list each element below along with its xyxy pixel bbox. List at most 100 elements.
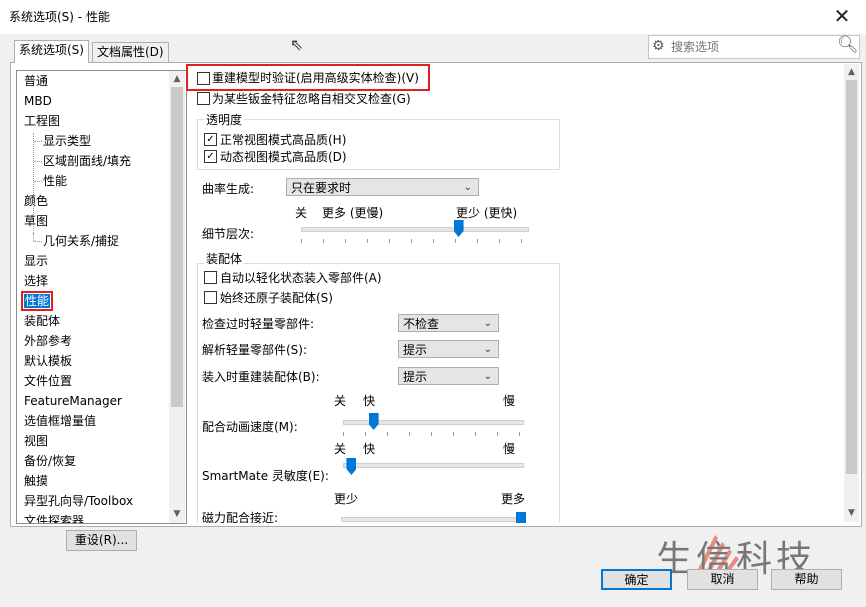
magnetic-label: 磁力配合接近: [202,511,279,523]
mate-anim-fast: 快 [363,394,376,408]
chevron-down-icon[interactable]: ▼ [171,507,183,521]
tree-item-sketch[interactable]: 草图 [24,211,48,231]
smartmate-off: 关 [334,442,347,456]
resolve-lightweight-select[interactable]: 提示 ⌄ [398,340,499,358]
tree-item-performance-label[interactable]: 性能 [20,291,54,311]
tree-item-view[interactable]: 视图 [24,431,48,451]
resolve-lightweight-label: 解析轻量零部件(S): [202,343,308,357]
detail-label: 细节层次: [202,227,255,241]
chevron-down-icon: ⌄ [483,318,492,329]
search-icon[interactable]: 🔍︎ [837,35,859,55]
curvature-value: 只在要求时 [291,181,352,195]
magnetic-slider-thumb[interactable] [516,512,526,523]
tree-item-selection[interactable]: 选择 [24,271,48,291]
options-panel: 重建模型时验证(启用高级实体检查)(V) 为某些钣金特征忽略自相交叉检查(G) … [188,63,843,523]
ok-button[interactable]: 确定 [601,569,672,590]
magnetic-more: 更多 [501,492,526,506]
mouse-cursor-icon: ⇖ [290,35,304,54]
smartmate-slow: 慢 [503,442,516,456]
detail-less-label: 更少 (更快) [456,206,518,220]
tree-item-hole-wizard[interactable]: 异型孔向导/Toolbox [24,491,133,511]
tree-item-performance-selected[interactable]: 性能 [20,291,54,311]
rebuild-on-load-value: 提示 [403,370,428,384]
tab-system-options[interactable]: 系统选项(S) [14,40,89,63]
auto-lightweight-label: 自动以轻化状态装入零部件(A) [220,271,382,285]
tree-item-touch[interactable]: 触摸 [24,471,48,491]
options-scroll-thumb[interactable] [846,80,857,474]
tree-item-mbd[interactable]: MBD [24,91,52,111]
resolve-lightweight-value: 提示 [403,343,428,357]
tree-scroll-thumb[interactable] [171,87,183,407]
curvature-select[interactable]: 只在要求时 ⌄ [286,178,479,196]
always-resolve-checkbox[interactable] [204,291,217,304]
tree-item-backup[interactable]: 备份/恢复 [24,451,76,471]
tree-scrollbar[interactable]: ▲ ▼ [169,71,185,523]
options-scrollbar[interactable]: ▲ ▼ [844,64,859,522]
dynamic-hq-label: 动态视图模式高品质(D) [220,150,347,164]
close-icon[interactable]: ✕ [826,2,858,30]
tree-item-file-locations[interactable]: 文件位置 [24,371,72,391]
mate-anim-label: 配合动画速度(M): [202,420,298,434]
mate-anim-off: 关 [334,394,347,408]
gear-icon[interactable]: ⚙ [652,38,665,54]
detail-slider-thumb[interactable] [453,220,464,237]
auto-lightweight-checkbox[interactable] [204,271,217,284]
tree-item-drawing-performance[interactable]: 性能 [43,171,67,191]
detail-slider-ticks [301,239,527,243]
dynamic-hq-checkbox[interactable]: ✓ [204,150,217,163]
help-button[interactable]: 帮助 [771,569,842,590]
rebuild-on-load-select[interactable]: 提示 ⌄ [398,367,499,385]
transparency-title: 透明度 [204,111,245,128]
tree-connector [34,241,42,242]
tree-item-general[interactable]: 普通 [24,71,48,91]
smartmate-label: SmartMate 灵敏度(E): [202,469,329,483]
always-resolve-label: 始终还原子装配体(S) [220,291,333,305]
search-input[interactable] [669,37,833,57]
tree-item-display[interactable]: 显示 [24,251,48,271]
tree-item-colors[interactable]: 颜色 [24,191,48,211]
tree-connector [34,141,42,142]
chevron-up-icon[interactable]: ▲ [846,65,857,79]
check-outdated-label: 检查过时轻量零部件: [202,317,315,331]
cancel-button[interactable]: 取消 [687,569,758,590]
tree-item-hatch[interactable]: 区域剖面线/填充 [43,151,131,171]
tab-document-properties[interactable]: 文档属性(D) [92,42,169,62]
tree-connector [34,161,42,162]
normal-hq-checkbox[interactable]: ✓ [204,133,217,146]
ignore-sheetmetal-label: 为某些钣金特征忽略自相交叉检查(G) [212,92,411,106]
normal-hq-label: 正常视图模式高品质(H) [220,133,347,147]
tree-item-external-references[interactable]: 外部参考 [24,331,72,351]
chevron-down-icon: ⌄ [483,344,492,355]
detail-more-label: 更多 (更慢) [322,206,384,220]
tree-item-file-explorer[interactable]: 文件探索器 [24,511,84,523]
highlight-box [186,64,430,91]
detail-slider-track[interactable] [301,227,529,232]
mate-anim-slider-ticks [343,432,522,436]
tree-item-featuremanager[interactable]: FeatureManager [24,391,122,411]
tree-connector [33,233,34,241]
check-outdated-select[interactable]: 不检查 ⌄ [398,314,499,332]
title-bar [0,0,866,34]
curvature-label: 曲率生成: [202,182,255,196]
tree-connector [34,181,42,182]
tree-item-default-templates[interactable]: 默认模板 [24,351,72,371]
chevron-down-icon[interactable]: ▼ [846,506,857,520]
tree-item-assemblies[interactable]: 装配体 [24,311,60,331]
magnetic-less: 更少 [334,492,359,506]
smartmate-fast: 快 [363,442,376,456]
ignore-sheetmetal-checkbox[interactable] [197,92,210,105]
smartmate-slider-track[interactable] [343,463,524,468]
chevron-down-icon: ⌄ [483,371,492,382]
options-tree: 普通 MBD 工程图 显示类型 区域剖面线/填充 性能 颜色 草图 几何关系/捕… [16,70,187,524]
chevron-up-icon[interactable]: ▲ [171,72,183,86]
tree-item-relations-snaps[interactable]: 几何关系/捕捉 [43,231,119,251]
search-box[interactable]: ⚙ 🔍︎ [648,35,860,59]
assembly-title: 装配体 [204,250,245,267]
reset-button[interactable]: 重设(R)... [66,530,137,551]
window-title: 系统选项(S) - 性能 [9,10,110,24]
tree-item-spin-box[interactable]: 选值框增量值 [24,411,96,431]
tree-item-drawings[interactable]: 工程图 [24,111,60,131]
magnetic-slider-track[interactable] [341,517,526,522]
rebuild-on-load-label: 装入时重建装配体(B): [202,370,320,384]
tree-item-display-style[interactable]: 显示类型 [43,131,91,151]
